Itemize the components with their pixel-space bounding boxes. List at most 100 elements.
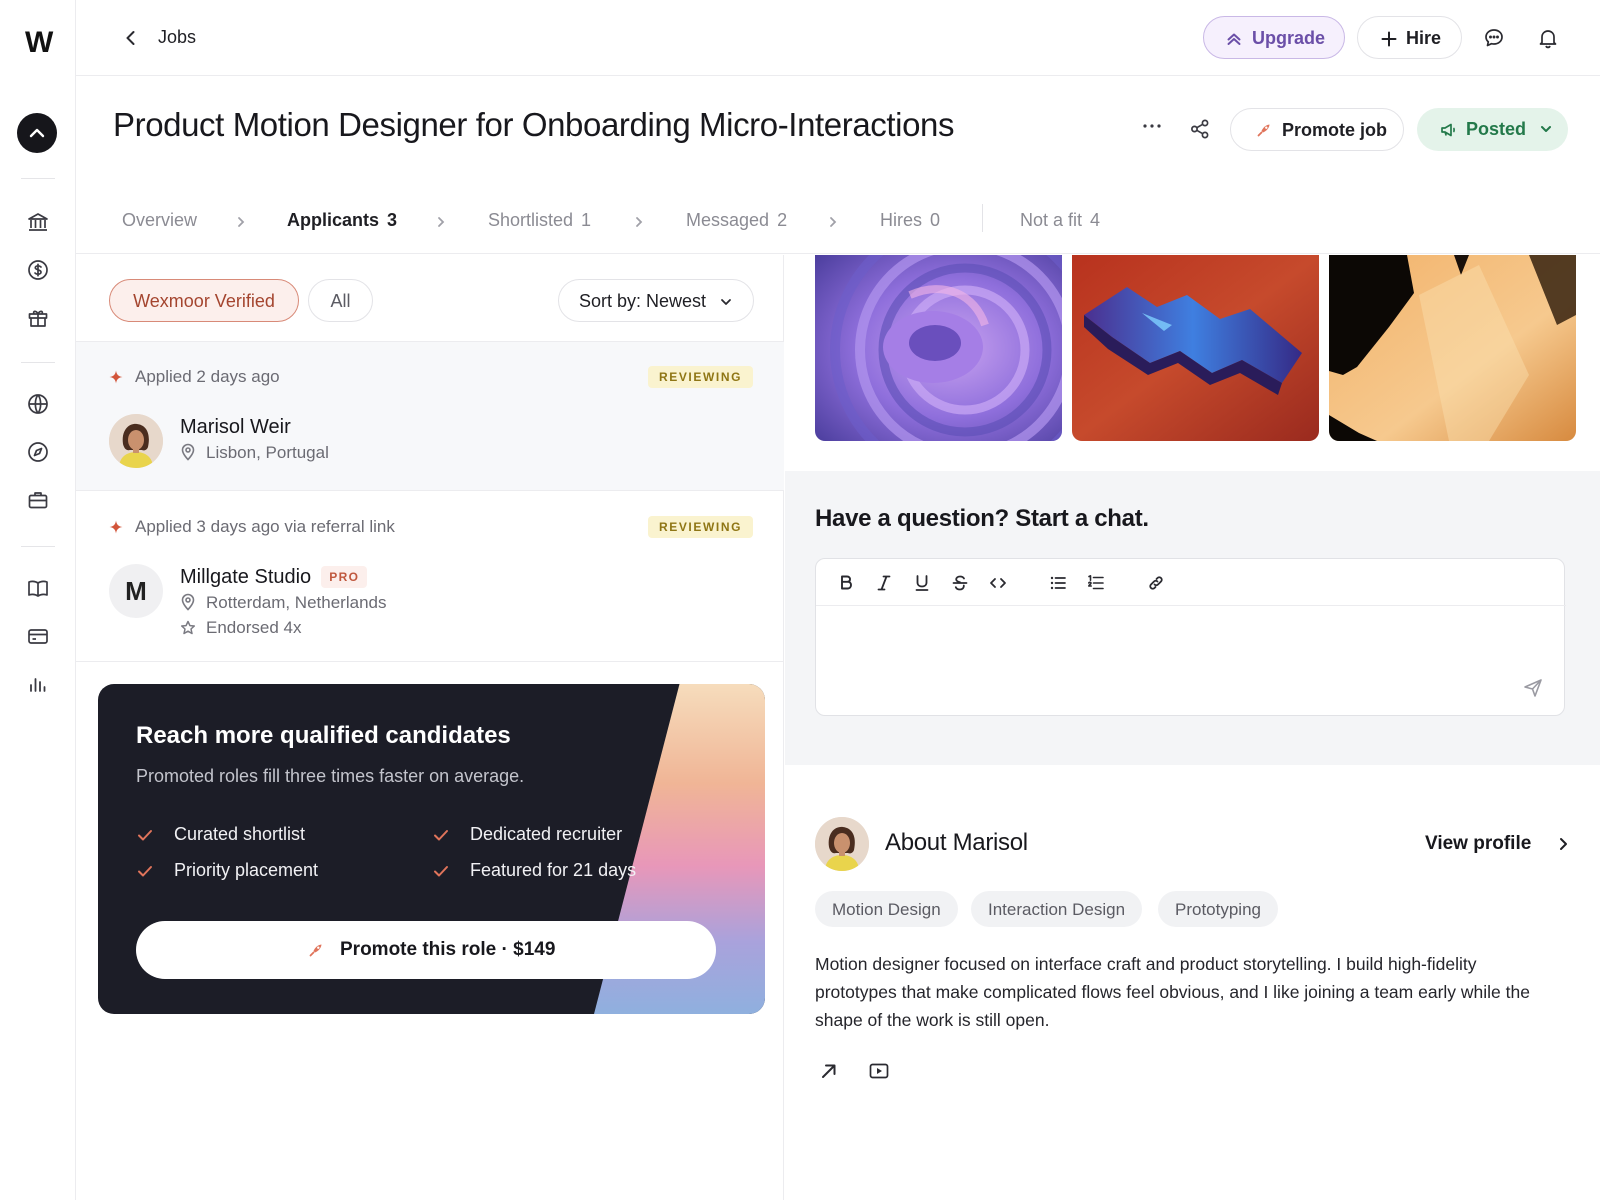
bell-icon[interactable] [1537,27,1559,49]
double-chevron-up-icon [1227,33,1241,45]
send-icon[interactable] [1522,677,1544,699]
pro-badge: PRO [321,566,368,588]
applicant-card[interactable]: Applied 3 days ago via referral link REV… [76,492,784,662]
portfolio-image[interactable] [815,255,1062,441]
applicant-bio: Motion designer focused on interface cra… [815,954,1530,1030]
tab-not-a-fit[interactable]: Not a fit 4 [1020,210,1100,231]
portfolio-gallery [815,255,1576,441]
chevron-right-icon [1560,838,1567,850]
compass-icon [28,442,48,462]
check-icon [138,830,152,841]
upgrade-button[interactable]: Upgrade [1203,16,1345,59]
formatting-toolbar [816,559,1566,606]
chevron-down-icon [721,299,731,305]
sidebar-item-rewards[interactable] [26,306,50,330]
chevron-right-icon [830,217,837,227]
sidebar-divider [21,546,55,547]
collapse-nav-button[interactable] [17,113,57,153]
sidebar-divider [21,178,55,179]
applicant-name[interactable]: Marisol Weir [180,416,291,439]
top-bar: Jobs Upgrade Hire [76,0,1600,76]
video-play-icon[interactable] [868,1060,890,1082]
hire-button[interactable]: Hire [1357,16,1462,59]
posted-status-dropdown[interactable]: Posted [1417,108,1568,151]
share-icon[interactable] [1189,118,1211,140]
applied-time: Applied 2 days ago [135,367,280,386]
bank-icon [28,213,48,231]
bold-icon[interactable] [836,573,856,593]
sidebar-item-jobs[interactable] [26,488,50,512]
tab-count: 0 [930,210,941,230]
upgrade-label: Upgrade [1252,28,1326,48]
tab-overview[interactable]: Overview [122,210,197,231]
numbered-list-icon[interactable] [1086,573,1106,593]
underline-icon[interactable] [912,573,932,593]
view-profile-link[interactable]: View profile [1425,833,1567,855]
applicant-name-text: Millgate Studio [180,566,312,588]
promote-role-label: Promote this role · $149 [340,939,556,960]
tab-messaged[interactable]: Messaged 2 [686,210,787,231]
applicant-location: Lisbon, Portugal [180,443,329,463]
abstract-steps-image [1072,255,1319,441]
check-icon [434,866,448,877]
tab-hires[interactable]: Hires 0 [880,210,940,231]
sidebar-item-analytics[interactable] [26,672,50,696]
sidebar-item-home[interactable] [26,210,50,234]
filter-verified-chip[interactable]: Wexmoor Verified [109,279,299,322]
rocket-icon [309,944,322,957]
book-open-icon [28,580,48,597]
portfolio-image[interactable] [1072,255,1319,441]
posted-label: Posted [1466,119,1527,139]
credit-card-icon [28,629,48,644]
tab-label: Messaged [686,210,770,230]
globe-icon [28,394,48,414]
chevron-right-icon [438,217,445,227]
italic-icon[interactable] [874,573,894,593]
portfolio-image[interactable] [1329,255,1576,441]
sidebar-divider [21,362,55,363]
avatar [109,414,163,468]
sidebar-item-explore[interactable] [26,440,50,464]
applicant-name[interactable]: Millgate Studio PRO [180,566,368,589]
chip-label: All [330,291,351,311]
bullet-list-icon[interactable] [1048,573,1068,593]
bar-chart-icon [30,678,46,692]
code-icon[interactable] [988,573,1008,593]
portrait-image [109,414,163,468]
external-link-arrow-icon[interactable] [818,1060,840,1082]
promo-title: Reach more qualified candidates [136,722,511,749]
tab-applicants[interactable]: Applicants 3 [287,210,397,231]
filter-all-chip[interactable]: All [308,279,373,322]
tab-label: Overview [122,210,198,230]
more-horizontal-icon[interactable] [1141,115,1163,137]
location-pin-icon [181,593,195,611]
strikethrough-icon[interactable] [950,573,970,593]
briefcase-icon [28,492,48,509]
sidebar-item-payments[interactable] [26,258,50,282]
check-icon [434,830,448,841]
sort-dropdown[interactable]: Sort by: Newest [558,279,754,322]
promo-subtitle: Promoted roles fill three times faster o… [136,766,525,786]
promote-job-button[interactable]: Promote job [1230,108,1404,151]
chevron-right-icon [636,217,643,227]
app-logo: W [25,26,53,59]
sidebar-item-billing[interactable] [26,624,50,648]
feature-label: Priority placement [174,860,319,880]
sidebar-item-guides[interactable] [26,576,50,600]
chevron-down-icon [1541,126,1551,132]
tab-shortlisted[interactable]: Shortlisted 1 [488,210,591,231]
link-icon[interactable] [1146,573,1166,593]
sidebar-item-global[interactable] [26,392,50,416]
sparkle-icon [109,370,123,384]
breadcrumb-jobs[interactable]: Jobs [158,27,196,48]
chat-bubble-icon[interactable] [1483,27,1505,49]
dollar-circle-icon [28,260,48,280]
chevron-left-icon[interactable] [120,27,142,49]
applicants-pane: Wexmoor Verified All Sort by: Newest App… [76,255,784,1200]
applicant-card[interactable]: Applied 2 days ago REVIEWING Marisol Wei… [76,341,784,491]
plus-icon [1381,31,1397,47]
promote-role-button[interactable]: Promote this role · $149 [136,921,716,979]
avatar: M [109,564,163,618]
abstract-gold-image [1329,255,1576,441]
message-editor[interactable] [815,558,1566,716]
